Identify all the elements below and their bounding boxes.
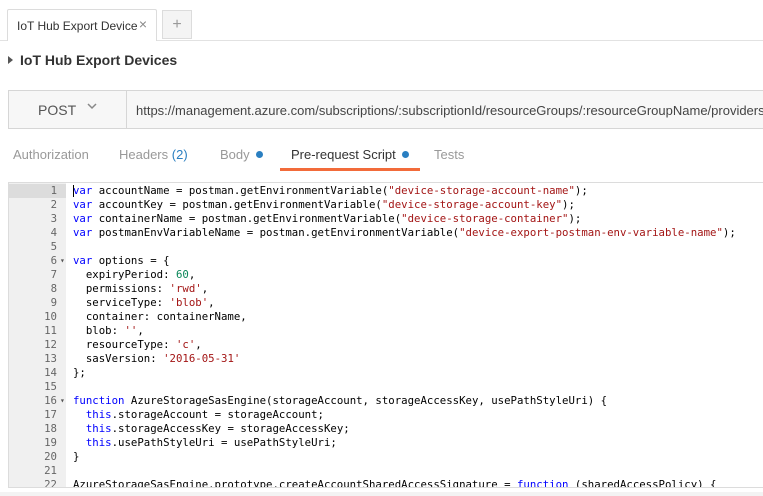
code-line[interactable]: 13 sasVersion: '2016-05-31'	[9, 352, 763, 366]
request-tabs: Authorization Headers (2) Body Pre-reque…	[0, 140, 763, 170]
request-tab-label: IoT Hub Export Device	[17, 19, 138, 33]
line-number: 21	[44, 464, 57, 477]
code-text: this.usePathStyleUri = usePathStyleUri;	[85, 436, 337, 449]
code-line[interactable]: 4 var postmanEnvVariableName = postman.ge…	[9, 226, 763, 240]
line-number: 13	[44, 352, 57, 365]
code-text: resourceType: 'c',	[73, 338, 202, 351]
code-text: var accountKey = postman.getEnvironmentV…	[73, 198, 575, 211]
code-line[interactable]: 9 serviceType: 'blob',	[9, 296, 763, 310]
chevron-down-icon	[86, 100, 98, 115]
line-number: 18	[44, 422, 57, 435]
code-line[interactable]: 8 permissions: 'rwd',	[9, 282, 763, 296]
line-number: 10	[44, 310, 57, 323]
code-lines: 1 var accountName = postman.getEnvironmen…	[9, 184, 763, 488]
tab-headers-label: Headers	[119, 147, 169, 162]
method-select[interactable]: POST	[9, 91, 127, 128]
code-text: }	[73, 450, 80, 463]
line-number: 7	[50, 268, 57, 281]
code-line[interactable]: 18 this.storageAccessKey = storageAccess…	[9, 422, 763, 436]
line-number: 2	[50, 198, 57, 211]
code-line[interactable]: 11 blob: '',	[9, 324, 763, 338]
code-line[interactable]: 20}	[9, 450, 763, 464]
tab-tests[interactable]: Tests	[434, 147, 464, 162]
code-text: var accountName = postman.getEnvironment…	[73, 184, 588, 197]
text-cursor	[73, 185, 74, 197]
fold-toggle-icon[interactable]: ▾	[60, 394, 65, 408]
body-indicator-dot	[255, 151, 263, 158]
collection-title: IoT Hub Export Devices	[20, 52, 178, 68]
line-number: 17	[44, 408, 57, 421]
code-text: };	[73, 366, 86, 379]
line-number: 15	[44, 380, 57, 393]
fold-toggle-icon[interactable]: ▾	[60, 254, 65, 268]
code-line[interactable]: 19 this.usePathStyleUri = usePathStyleUr…	[9, 436, 763, 450]
code-line[interactable]: 10 container: containerName,	[9, 310, 763, 324]
code-text: function AzureStorageSasEngine(storageAc…	[73, 394, 608, 407]
code-line[interactable]: 5	[9, 240, 763, 254]
code-text: var containerName = postman.getEnvironme…	[73, 212, 582, 225]
code-line[interactable]: 14};	[9, 366, 763, 380]
expand-arrow-icon[interactable]	[8, 56, 13, 64]
code-text: var options = {	[73, 254, 170, 267]
code-line[interactable]: 6 ▾ var options = {	[9, 254, 763, 268]
code-text: AzureStorageSasEngine.prototype.createAc…	[73, 478, 717, 488]
code-text: var postmanEnvVariableName = postman.get…	[73, 226, 736, 239]
code-text: expiryPeriod: 60,	[73, 268, 196, 281]
request-bar: POST https://management.azure.com/subscr…	[8, 90, 763, 129]
tab-strip: IoT Hub Export Device × +	[0, 0, 763, 41]
request-tab[interactable]: IoT Hub Export Device ×	[7, 9, 157, 41]
code-text: serviceType: 'blob',	[73, 296, 215, 309]
code-text: container: containerName,	[73, 310, 247, 323]
line-number: 16	[44, 394, 57, 407]
close-tab-icon[interactable]: ×	[139, 16, 147, 32]
code-line[interactable]: 17 this.storageAccount = storageAccount;	[9, 408, 763, 422]
code-line[interactable]: 1 var accountName = postman.getEnvironmen…	[9, 184, 763, 198]
code-text: sasVersion: '2016-05-31'	[73, 352, 241, 365]
line-number: 1	[9, 184, 66, 198]
url-input[interactable]: https://management.azure.com/subscriptio…	[136, 103, 763, 118]
line-number: 19	[44, 436, 57, 449]
code-line[interactable]: 22 AzureStorageSasEngine.prototype.create…	[9, 478, 763, 488]
line-number: 5	[50, 240, 57, 253]
line-number: 8	[50, 282, 57, 295]
line-number: 11	[44, 324, 57, 337]
line-number: 6	[50, 254, 57, 267]
line-number: 4	[50, 226, 57, 239]
line-number: 3	[50, 212, 57, 225]
code-editor[interactable]: 1 var accountName = postman.getEnvironmen…	[8, 182, 763, 488]
line-number: 22	[44, 478, 57, 488]
tab-headers[interactable]: Headers (2)	[119, 147, 188, 162]
active-tab-underline	[280, 168, 420, 171]
tab-body[interactable]: Body	[220, 147, 263, 162]
tab-prerequest-script[interactable]: Pre-request Script	[291, 147, 409, 162]
tab-body-label: Body	[220, 147, 250, 162]
code-line[interactable]: 12 resourceType: 'c',	[9, 338, 763, 352]
code-text: this.storageAccessKey = storageAccessKey…	[85, 422, 350, 435]
add-tab-button[interactable]: +	[162, 10, 192, 39]
code-line[interactable]: 7 expiryPeriod: 60,	[9, 268, 763, 282]
tab-prerequest-label: Pre-request Script	[291, 147, 396, 162]
prerequest-indicator-dot	[401, 151, 409, 158]
code-line[interactable]: 21	[9, 464, 763, 478]
line-number: 20	[44, 450, 57, 463]
method-label: POST	[38, 102, 77, 118]
line-number: 12	[44, 338, 57, 351]
code-text: this.storageAccount = storageAccount;	[85, 408, 324, 421]
code-text: permissions: 'rwd',	[73, 282, 209, 295]
code-line[interactable]: 3 var containerName = postman.getEnvironm…	[9, 212, 763, 226]
line-number: 14	[44, 366, 57, 379]
code-line[interactable]: 16 ▾ function AzureStorageSasEngine(storag…	[9, 394, 763, 408]
tab-authorization[interactable]: Authorization	[13, 147, 89, 162]
code-line[interactable]: 15	[9, 380, 763, 394]
footer-divider	[0, 492, 763, 496]
line-number: 9	[50, 296, 57, 309]
code-line[interactable]: 2 var accountKey = postman.getEnvironment…	[9, 198, 763, 212]
headers-count-badge: (2)	[171, 147, 188, 162]
code-text: blob: '',	[73, 324, 144, 337]
